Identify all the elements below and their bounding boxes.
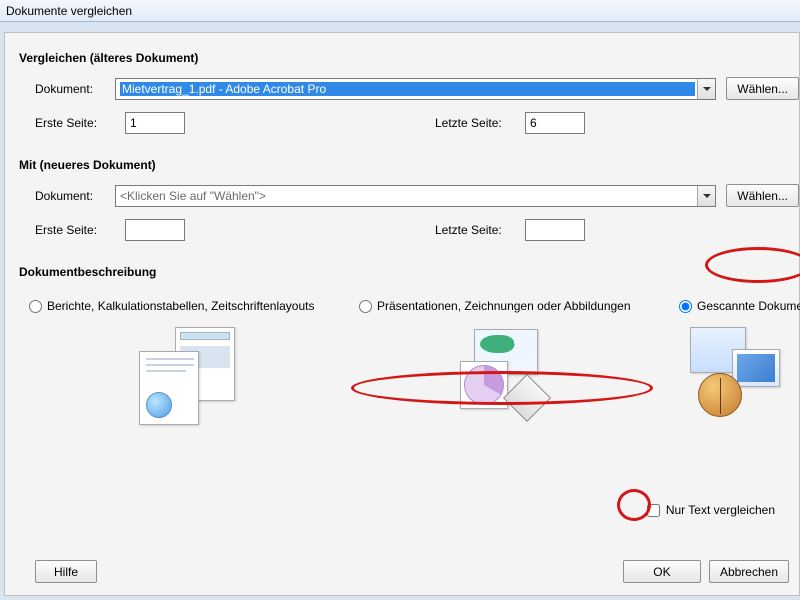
dialog-buttons: Hilfe OK Abbrechen	[5, 560, 799, 583]
older-document-value: Mietvertrag_1.pdf - Adobe Acrobat Pro	[120, 82, 695, 96]
newer-pages-row: Erste Seite: Letzte Seite:	[5, 209, 799, 247]
section-older-title: Vergleichen (älteres Dokument)	[5, 33, 799, 75]
newer-last-page-input[interactable]	[525, 219, 585, 241]
radio-drawings-input[interactable]	[359, 300, 372, 313]
title-bar: Dokumente vergleichen	[0, 0, 800, 22]
cancel-label: Abbrechen	[720, 565, 778, 579]
diamond-icon	[503, 374, 551, 422]
older-last-page-label: Letzte Seite:	[435, 116, 525, 130]
older-document-row: Dokument: Mietvertrag_1.pdf - Adobe Acro…	[5, 75, 799, 102]
chevron-down-icon[interactable]	[697, 79, 715, 99]
ok-label: OK	[653, 565, 670, 579]
thumb-drawings	[351, 327, 663, 427]
radio-reports-label: Berichte, Kalkulationstabellen, Zeitschr…	[47, 299, 314, 313]
fish-icon	[480, 335, 514, 353]
radio-drawings[interactable]: Präsentationen, Zeichnungen oder Abbildu…	[359, 299, 679, 313]
newer-first-page-input[interactable]	[125, 219, 185, 241]
radio-scans-label: Gescannte Dokumente	[697, 299, 800, 313]
description-thumbnails	[5, 319, 799, 427]
radio-reports[interactable]: Berichte, Kalkulationstabellen, Zeitschr…	[29, 299, 359, 313]
dialog-window: Dokumente vergleichen Vergleichen (älter…	[0, 0, 800, 600]
radio-reports-input[interactable]	[29, 300, 42, 313]
newer-document-row: Dokument: <Klicken Sie auf "Wählen"> Wäh…	[5, 182, 799, 209]
pie-icon	[464, 365, 504, 405]
newer-last-page-label: Letzte Seite:	[435, 223, 525, 237]
newer-first-page-label: Erste Seite:	[35, 223, 125, 237]
newer-document-placeholder: <Klicken Sie auf "Wählen">	[120, 189, 695, 203]
description-radios: Berichte, Kalkulationstabellen, Zeitschr…	[5, 289, 799, 319]
radio-drawings-label: Präsentationen, Zeichnungen oder Abbildu…	[377, 299, 631, 313]
newer-document-dropdown[interactable]: <Klicken Sie auf "Wählen">	[115, 185, 716, 207]
thumb-reports	[29, 327, 351, 427]
older-first-page-input[interactable]	[125, 112, 185, 134]
older-first-page-label: Erste Seite:	[35, 116, 125, 130]
newer-choose-label: Wählen...	[737, 189, 788, 203]
older-document-label: Dokument:	[35, 82, 105, 96]
radio-scans-input[interactable]	[679, 300, 692, 313]
text-only-label: Nur Text vergleichen	[666, 503, 775, 517]
older-document-dropdown[interactable]: Mietvertrag_1.pdf - Adobe Acrobat Pro	[115, 78, 716, 100]
thumb-scans	[663, 327, 799, 427]
section-newer-title: Mit (neueres Dokument)	[5, 140, 799, 182]
help-label: Hilfe	[54, 565, 78, 579]
beetle-icon	[698, 373, 742, 417]
newer-choose-button[interactable]: Wählen...	[726, 184, 799, 207]
radio-scans[interactable]: Gescannte Dokumente	[679, 299, 800, 313]
chevron-down-icon[interactable]	[697, 186, 715, 206]
section-description-title: Dokumentbeschreibung	[5, 247, 799, 289]
help-button[interactable]: Hilfe	[35, 560, 97, 583]
text-only-checkbox-row[interactable]: Nur Text vergleichen	[647, 495, 775, 517]
cancel-button[interactable]: Abbrechen	[709, 560, 789, 583]
dialog-body: Vergleichen (älteres Dokument) Dokument:…	[4, 32, 800, 596]
older-last-page-input[interactable]	[525, 112, 585, 134]
older-pages-row: Erste Seite: Letzte Seite:	[5, 102, 799, 140]
text-only-checkbox[interactable]	[647, 504, 660, 517]
older-choose-button[interactable]: Wählen...	[726, 77, 799, 100]
window-title: Dokumente vergleichen	[6, 4, 132, 18]
older-choose-label: Wählen...	[737, 82, 788, 96]
newer-document-label: Dokument:	[35, 189, 105, 203]
ok-button[interactable]: OK	[623, 560, 701, 583]
